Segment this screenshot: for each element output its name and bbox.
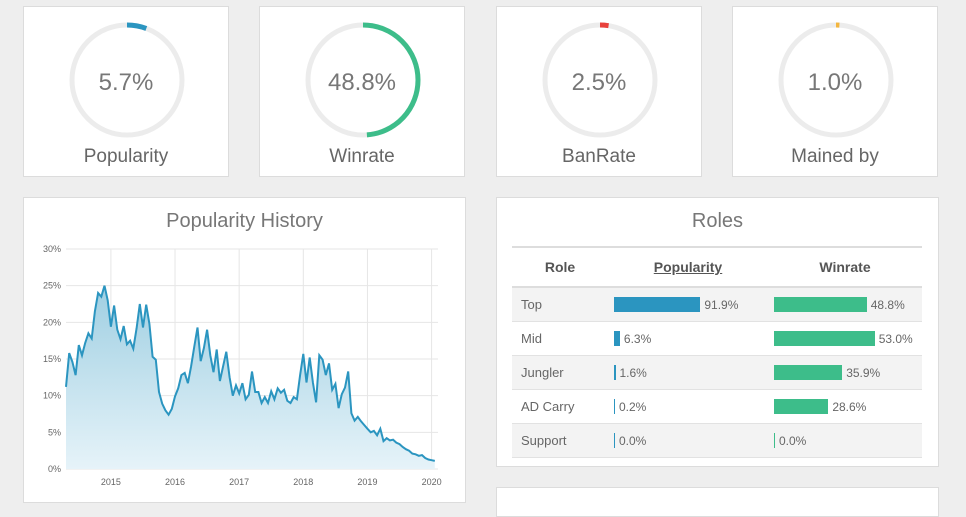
banrate-label: BanRate	[562, 146, 636, 167]
role-row: AD Carry 0.2% 28.6%	[512, 389, 922, 424]
winrate-bar	[774, 365, 843, 380]
role-popularity-cell: 0.0%	[608, 423, 768, 458]
mained-by-value: 1.0%	[807, 69, 863, 96]
winrate-value: 48.8%	[327, 69, 397, 96]
role-popularity-cell: 0.2%	[608, 389, 768, 424]
winrate-value: 53.0%	[878, 331, 913, 346]
popularity-value: 91.9%	[704, 297, 739, 312]
x-tick-label: 2018	[293, 477, 313, 487]
banrate-value: 2.5%	[571, 69, 627, 96]
role-name: Support	[512, 423, 608, 458]
role-winrate-cell: 28.6%	[768, 389, 922, 424]
banrate-card: 2.5% BanRate	[496, 6, 702, 177]
y-tick-label: 30%	[43, 244, 61, 254]
popularity-column-header[interactable]: Popularity	[608, 246, 768, 288]
role-name: Jungler	[512, 355, 608, 390]
popularity-history-card: Popularity History 0% 5% 10% 15% 20% 25% 30% 20…	[23, 197, 466, 503]
winrate-value: 35.9%	[846, 365, 881, 380]
role-winrate-cell: 0.0%	[768, 423, 922, 458]
mained-by-card: 1.0% Mained by	[732, 6, 938, 177]
winrate-value: 28.6%	[832, 399, 867, 414]
winrate-value: 48.8%	[870, 297, 905, 312]
popularity-bar	[614, 399, 615, 414]
winrate-bar	[774, 331, 875, 346]
mained-by-label: Mained by	[791, 146, 879, 167]
popularity-value: 0.0%	[619, 433, 647, 448]
role-winrate-cell: 35.9%	[768, 355, 922, 390]
y-tick-label: 20%	[43, 317, 61, 327]
role-name: Mid	[512, 321, 608, 356]
winrate-value: 0.0%	[779, 433, 807, 448]
winrate-bar	[774, 399, 829, 414]
popularity-history-chart: 0% 5% 10% 15% 20% 25% 30% 2015 2016 2017 2018 2019 2…	[43, 244, 442, 487]
y-tick-label: 0%	[48, 464, 61, 474]
popularity-value: 6.3%	[623, 331, 652, 346]
role-row: Jungler 1.6% 35.9%	[512, 355, 922, 390]
role-row: Support 0.0% 0.0%	[512, 423, 922, 458]
popularity-card: 5.7% Popularity	[23, 6, 229, 177]
winrate-bar	[774, 297, 867, 312]
roles-card: Roles Role Popularity Winrate Top 91.9% 48…	[496, 197, 939, 467]
popularity-value: 5.7%	[98, 69, 154, 96]
x-tick-label: 2019	[357, 477, 377, 487]
role-winrate-cell: 48.8%	[768, 287, 922, 322]
winrate-bar	[774, 433, 775, 448]
popularity-bar	[614, 297, 701, 312]
role-column-header: Role	[512, 246, 608, 288]
role-name: AD Carry	[512, 389, 608, 424]
x-tick-label: 2020	[422, 477, 442, 487]
role-name: Top	[512, 287, 608, 322]
y-tick-label: 25%	[43, 281, 61, 291]
role-popularity-cell: 6.3%	[608, 321, 768, 356]
popularity-bar	[614, 331, 620, 346]
popularity-label: Popularity	[83, 146, 169, 167]
y-tick-label: 15%	[43, 354, 61, 364]
winrate-column-header[interactable]: Winrate	[768, 246, 922, 288]
popularity-bar	[614, 433, 615, 448]
popularity-value: 0.2%	[619, 399, 647, 414]
winrate-card: 48.8% Winrate	[259, 6, 465, 177]
role-row: Mid 6.3% 53.0%	[512, 321, 922, 356]
popularity-bar	[614, 365, 616, 380]
x-tick-label: 2016	[165, 477, 185, 487]
popularity-value: 1.6%	[619, 365, 647, 380]
role-popularity-cell: 91.9%	[608, 287, 768, 322]
winrate-label: Winrate	[329, 146, 395, 167]
next-card	[496, 487, 939, 517]
y-tick-label: 5%	[48, 427, 61, 437]
x-tick-label: 2015	[101, 477, 121, 487]
x-tick-label: 2017	[229, 477, 249, 487]
role-row: Top 91.9% 48.8%	[512, 287, 922, 322]
roles-title: Roles	[691, 210, 744, 232]
role-winrate-cell: 53.0%	[768, 321, 922, 356]
roles-table: Role Popularity Winrate Top 91.9% 48.8% Mid…	[512, 246, 922, 458]
roles-header-row: Role Popularity Winrate	[512, 246, 922, 288]
y-tick-label: 10%	[43, 391, 61, 401]
role-popularity-cell: 1.6%	[608, 355, 768, 390]
